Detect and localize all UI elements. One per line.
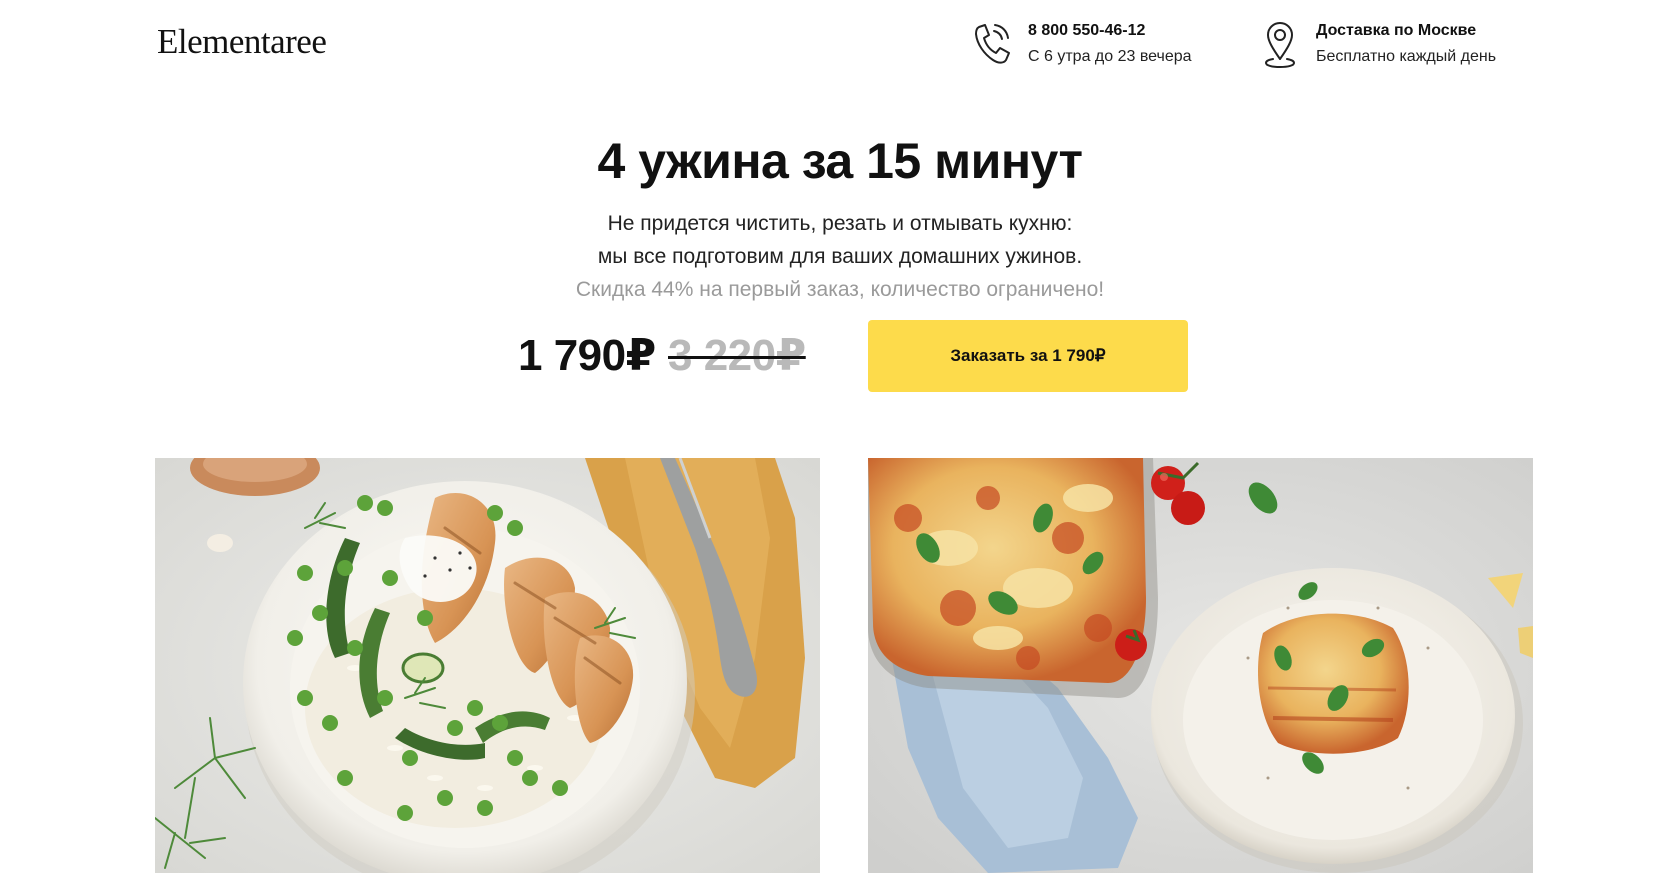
chicken-dish-photo [155,458,820,873]
delivery-subtitle: Бесплатно каждый день [1316,48,1497,65]
price-row: 1 790₽ 3 220₽ Заказать за 1 790₽ [0,320,1680,392]
lasagna-dish-photo [868,458,1533,873]
discount-note: Скидка 44% на первый заказ, количество о… [575,278,1105,301]
hero-section: 4 ужина за 15 минут Не придется чистить,… [0,125,1680,306]
logo[interactable]: Elementaree [157,22,327,62]
current-price: 1 790₽ [518,331,656,380]
delivery-title: Доставка по Москве [1316,22,1477,39]
phone-icon [970,18,1014,70]
page-title: 4 ужина за 15 минут [597,133,1083,189]
order-button[interactable]: Заказать за 1 790₽ [868,320,1188,392]
hero-subtitle-line2: мы все подготовим для ваших домашних ужи… [597,245,1083,268]
phone-hours: С 6 утра до 23 вечера [1028,48,1192,65]
site-header: Elementaree 8 800 550-46-12 С 6 утра до … [0,0,1680,90]
phone-number[interactable]: 8 800 550-46-12 [1028,18,1192,44]
old-price: 3 220₽ [668,331,806,380]
phone-contact[interactable]: 8 800 550-46-12 С 6 утра до 23 вечера [970,18,1192,70]
location-pin-icon [1258,18,1302,70]
hero-subtitle-line1: Не придется чистить, резать и отмывать к… [607,212,1073,235]
delivery-info: Доставка по Москве Бесплатно каждый день [1258,18,1496,70]
